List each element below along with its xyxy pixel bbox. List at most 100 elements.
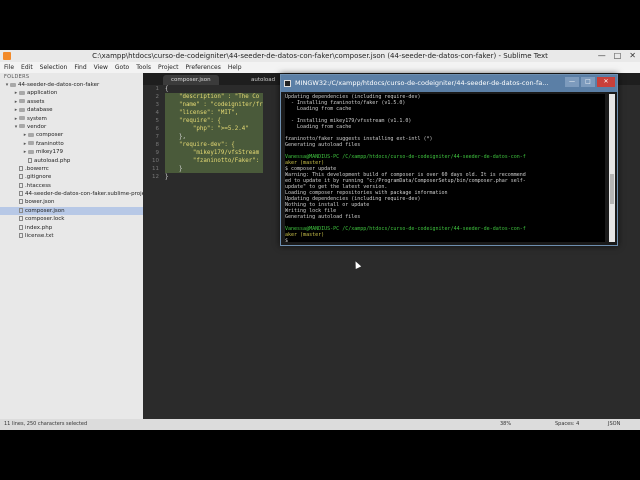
status-indentation[interactable]: Spaces: 4 (555, 419, 579, 430)
line-number: 12 (152, 174, 159, 180)
sidebar-folder[interactable]: ▸ composer (0, 131, 143, 139)
file-icon (19, 165, 23, 171)
sidebar-item-label: 44-seeder-de-datos-con-faker (18, 82, 100, 88)
terminal-minimize-button[interactable]: — (565, 77, 579, 87)
sidebar-folder[interactable]: ▸ fzaninotto (0, 140, 143, 148)
sidebar-folder[interactable]: ▾ 44-seeder-de-datos-con-faker (0, 81, 143, 89)
menu-preferences[interactable]: Preferences (186, 62, 221, 73)
menu-selection[interactable]: Selection (40, 62, 68, 73)
line-number: 9 (155, 150, 160, 156)
code-line: } (165, 174, 169, 180)
line-number: 10 (152, 158, 159, 164)
file-icon (19, 224, 23, 230)
close-button[interactable]: ✕ (629, 50, 636, 62)
sidebar-file[interactable]: composer.json (0, 206, 143, 216)
sidebar-folder[interactable]: ▸ application (0, 89, 143, 97)
line-number: 8 (155, 142, 160, 148)
status-zoom[interactable]: 38% (500, 419, 511, 430)
file-icon (19, 182, 23, 188)
code-line: }, (165, 133, 263, 141)
terminal-maximize-button[interactable]: □ (581, 77, 595, 87)
sidebar-item-label: assets (27, 98, 45, 105)
file-icon (19, 199, 23, 205)
menu-goto[interactable]: Goto (115, 62, 129, 73)
sidebar-file[interactable]: bower.json (0, 198, 143, 206)
file-icon (19, 216, 23, 222)
terminal-window[interactable]: MINGW32:/C/xampp/htdocs/curso-de-codeign… (280, 74, 618, 246)
tab-composer-json[interactable]: composer.json (163, 75, 219, 85)
folder-icon (19, 99, 25, 104)
line-number: 6 (155, 126, 160, 132)
sidebar-folder[interactable]: ▸ database (0, 106, 143, 114)
line-number: 11 (152, 166, 159, 172)
tab-autoload[interactable]: autoload (243, 75, 283, 85)
sidebar-file[interactable]: .htaccess (0, 182, 143, 190)
sidebar: FOLDERS ▾ 44-seeder-de-datos-con-faker ▸ ap… (0, 73, 143, 419)
file-icon (19, 191, 23, 197)
code-line: "require": { (165, 117, 263, 125)
minimize-button[interactable]: — (598, 50, 606, 62)
maximize-button[interactable]: □ (614, 50, 622, 62)
code-line: { (165, 86, 169, 92)
sidebar-file[interactable]: index.php (0, 224, 143, 232)
menu-bar: File Edit Selection Find View Goto Tools Projec… (0, 62, 640, 73)
file-icon (19, 174, 23, 180)
status-syntax[interactable]: JSON (608, 419, 620, 430)
line-number: 7 (155, 134, 160, 140)
line-number: 5 (155, 118, 160, 124)
code-area[interactable]: { "description" : "The Co "name" : "code… (165, 85, 263, 181)
title-bar[interactable]: C:\xampp\htdocs\curso-de-codeigniter\44-… (0, 50, 640, 62)
sidebar-item-label: .htaccess (25, 182, 51, 189)
menu-file[interactable]: File (4, 62, 14, 73)
sidebar-item-label: composer (36, 132, 64, 139)
folder-icon (19, 90, 25, 95)
line-number: 1 (155, 86, 160, 92)
sublime-logo-icon (3, 52, 11, 60)
menu-find[interactable]: Find (74, 62, 86, 73)
sidebar-item-label: .gitignore (25, 174, 52, 181)
sidebar-item-label: autoload.php (34, 157, 71, 164)
sidebar-item-label: mikey179 (36, 149, 64, 156)
sidebar-item-label: system (27, 115, 47, 122)
sidebar-file[interactable]: .bowerrc (0, 165, 143, 173)
menu-help[interactable]: Help (228, 62, 242, 73)
menu-view[interactable]: View (94, 62, 108, 73)
file-icon (28, 157, 32, 163)
file-icon (19, 233, 23, 239)
sidebar-file[interactable]: .gitignore (0, 173, 143, 181)
sidebar-item-label: license.txt (25, 233, 54, 240)
sidebar-folder[interactable]: ▸ mikey179 (0, 148, 143, 156)
sidebar-file[interactable]: license.txt (0, 232, 143, 240)
folder-icon (28, 132, 34, 137)
code-line: "fzaninotto/Faker": (165, 157, 263, 165)
sidebar-item-label: application (27, 90, 58, 97)
file-icon (19, 207, 23, 213)
sidebar-file[interactable]: autoload.php (0, 157, 143, 165)
sidebar-folder[interactable]: ▸ system (0, 115, 143, 123)
status-bar: 11 lines, 250 characters selected 38% Sp… (0, 419, 640, 430)
code-line: } (165, 165, 263, 173)
menu-project[interactable]: Project (158, 62, 179, 73)
terminal-scroll-thumb[interactable] (610, 174, 614, 204)
folder-icon (28, 141, 34, 146)
sidebar-folder[interactable]: ▸ assets (0, 98, 143, 106)
terminal-close-button[interactable]: ✕ (597, 77, 615, 87)
line-number: 3 (155, 102, 160, 108)
terminal-title: MINGW32:/C/xampp/htdocs/curso-de-codeign… (295, 79, 549, 87)
folder-icon (10, 82, 16, 87)
terminal-output[interactable]: Updating dependencies (including require… (285, 94, 605, 242)
sidebar-file[interactable]: composer.lock (0, 215, 143, 223)
folder-icon (19, 116, 25, 121)
sidebar-folder[interactable]: ▾ vendor (0, 123, 143, 131)
sidebar-item-label: 44-seeder-de-datos-con-faker.sublime-pro… (25, 191, 143, 198)
code-line: "mikey179/vfsStream (165, 149, 263, 157)
sidebar-item-label: bower.json (25, 199, 55, 206)
sidebar-header: FOLDERS (4, 74, 30, 80)
sidebar-item-label: vendor (27, 123, 47, 130)
sidebar-item-label: .bowerrc (25, 165, 49, 172)
sidebar-item-label: composer.json (25, 207, 65, 214)
sidebar-file[interactable]: 44-seeder-de-datos-con-faker.sublime-pro… (0, 190, 143, 198)
terminal-scrollbar[interactable] (609, 94, 615, 242)
menu-edit[interactable]: Edit (21, 62, 33, 73)
menu-tools[interactable]: Tools (136, 62, 151, 73)
